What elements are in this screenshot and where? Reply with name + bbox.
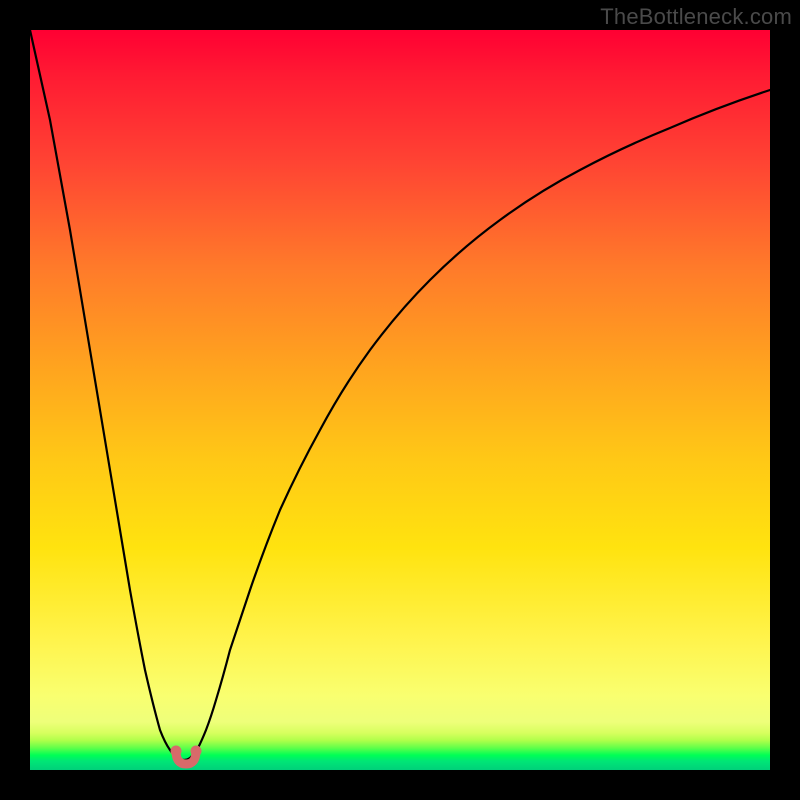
chart-frame: TheBottleneck.com: [0, 0, 800, 800]
notch-marker-dot-right: [191, 746, 202, 757]
watermark-text: TheBottleneck.com: [600, 4, 792, 30]
bottleneck-curve: [30, 30, 770, 760]
notch-marker-dot-left: [171, 746, 182, 757]
plot-area: [30, 30, 770, 770]
curve-layer: [30, 30, 770, 770]
